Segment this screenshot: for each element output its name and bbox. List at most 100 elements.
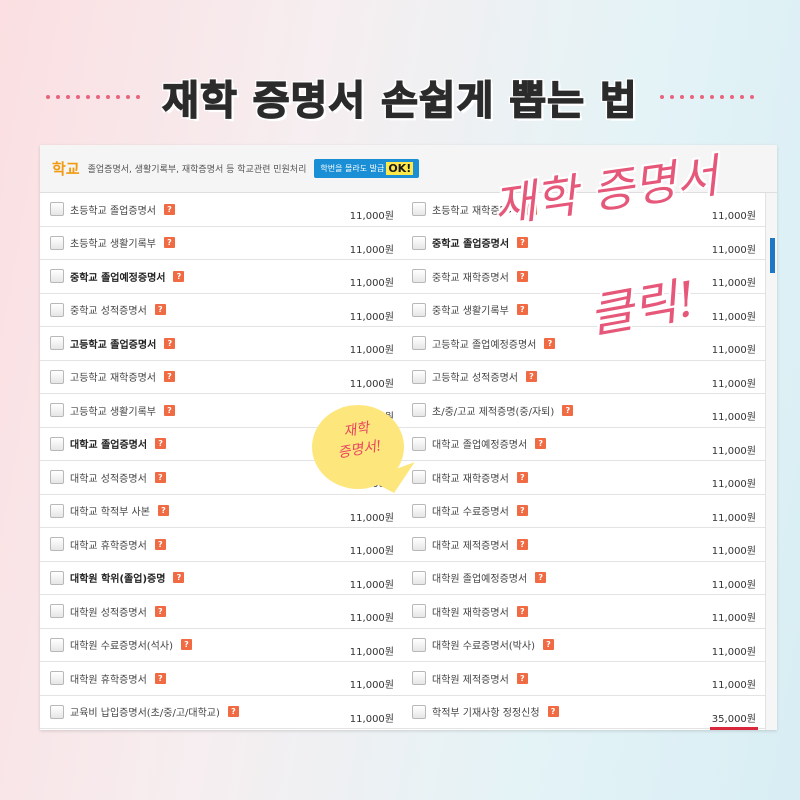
certificate-checkbox[interactable]: [412, 637, 426, 652]
certificate-checkbox[interactable]: [50, 503, 64, 518]
certificate-checkbox[interactable]: [412, 436, 426, 451]
certificate-checkbox[interactable]: [412, 202, 426, 217]
certificate-item[interactable]: 대학교 졸업예정증명서? 11,000원: [402, 428, 764, 461]
certificate-checkbox[interactable]: [50, 302, 64, 317]
certificate-item[interactable]: 고등학교 졸업증명서? 11,000원: [40, 327, 402, 360]
scrollbar[interactable]: [765, 193, 777, 730]
help-icon[interactable]: ?: [157, 505, 169, 517]
certificate-checkbox[interactable]: [412, 336, 426, 351]
help-icon[interactable]: ?: [516, 270, 528, 282]
certificate-checkbox[interactable]: [50, 202, 64, 217]
help-icon[interactable]: ?: [163, 371, 175, 383]
certificate-checkbox[interactable]: [50, 336, 64, 351]
certificate-checkbox[interactable]: [412, 570, 426, 585]
certificate-checkbox[interactable]: [412, 369, 426, 384]
help-icon[interactable]: ?: [154, 538, 166, 550]
certificate-item[interactable]: 대학교 제적증명서? 11,000원: [402, 528, 764, 561]
certificate-item[interactable]: 중학교 재학증명서? 11,000원: [402, 260, 764, 293]
certificate-item[interactable]: 대학원 졸업예정증명서? 11,000원: [402, 562, 764, 595]
help-icon[interactable]: ?: [164, 337, 176, 349]
help-icon[interactable]: ?: [180, 639, 192, 651]
help-icon[interactable]: ?: [154, 672, 166, 684]
no-student-id-badge[interactable]: 학번을 몰라도 발급 OK!: [314, 159, 420, 178]
certificate-item[interactable]: 대학교 수료증명서? 11,000원: [402, 495, 764, 528]
certificate-checkbox[interactable]: [50, 604, 64, 619]
certificate-item[interactable]: 대학원 수료증명서(박사)? 11,000원: [402, 629, 764, 662]
help-icon[interactable]: ?: [516, 605, 528, 617]
certificate-checkbox[interactable]: [50, 704, 64, 719]
left-dots-decoration: [46, 95, 141, 99]
certificate-item[interactable]: 중학교 졸업예정증명서? 11,000원: [40, 260, 402, 293]
certificate-item[interactable]: 학적부 기재사항 정정신청? 35,000원: [402, 696, 764, 729]
help-icon[interactable]: ?: [516, 505, 528, 517]
help-icon[interactable]: ?: [154, 471, 166, 483]
certificate-item[interactable]: 대학원 수료증명서(석사)? 11,000원: [40, 629, 402, 662]
certificate-item[interactable]: 대학원 학위(졸업)증명? 11,000원: [40, 562, 402, 595]
certificate-item[interactable]: 초등학교 졸업증명서? 11,000원: [40, 193, 402, 226]
help-icon[interactable]: ?: [154, 304, 166, 316]
help-icon[interactable]: ?: [227, 706, 239, 718]
certificate-item[interactable]: 대학원 제적증명서? 11,000원: [402, 662, 764, 695]
certificate-checkbox[interactable]: [412, 403, 426, 418]
certificate-checkbox[interactable]: [50, 470, 64, 485]
help-icon[interactable]: ?: [154, 605, 166, 617]
certificate-checkbox[interactable]: [50, 637, 64, 652]
certificate-item[interactable]: 대학원 성적증명서? 11,000원: [40, 595, 402, 628]
certificate-checkbox[interactable]: [50, 537, 64, 552]
certificate-checkbox[interactable]: [50, 269, 64, 284]
help-icon[interactable]: ?: [542, 639, 554, 651]
certificate-checkbox[interactable]: [50, 235, 64, 250]
certificate-checkbox[interactable]: [412, 302, 426, 317]
help-icon[interactable]: ?: [516, 672, 528, 684]
certificate-checkbox[interactable]: [50, 369, 64, 384]
certificate-item[interactable]: 대학원 휴학증명서? 11,000원: [40, 662, 402, 695]
certificate-checkbox[interactable]: [50, 671, 64, 686]
help-icon[interactable]: ?: [516, 538, 528, 550]
help-icon[interactable]: ?: [163, 404, 175, 416]
certificate-item[interactable]: 초등학교 생활기록부? 11,000원: [40, 227, 402, 260]
certificate-checkbox[interactable]: [412, 269, 426, 284]
help-icon[interactable]: ?: [173, 572, 185, 584]
help-icon[interactable]: ?: [173, 270, 185, 282]
certificate-item[interactable]: 중학교 졸업증명서? 11,000원: [402, 227, 764, 260]
certificate-checkbox[interactable]: [412, 235, 426, 250]
certificate-item[interactable]: 중학교 성적증명서? 11,000원: [40, 294, 402, 327]
certificate-label: 대학원 제적증명서: [432, 674, 509, 686]
certificate-label: 대학교 학적부 사본: [70, 507, 150, 519]
certificate-item[interactable]: 교육비 납입증명서(초/중/고/대학교)? 11,000원: [40, 696, 402, 729]
certificate-label: 대학원 학위(졸업)증명: [70, 574, 166, 586]
certificate-checkbox[interactable]: [412, 704, 426, 719]
certificate-item[interactable]: 대학교 재학증명서? 11,000원: [402, 461, 764, 494]
certificate-checkbox[interactable]: [50, 436, 64, 451]
help-icon[interactable]: ?: [516, 471, 528, 483]
certificate-checkbox[interactable]: [412, 503, 426, 518]
help-icon[interactable]: ?: [517, 237, 529, 249]
certificate-checkbox[interactable]: [50, 403, 64, 418]
certificate-item[interactable]: 고등학교 졸업예정증명서? 11,000원: [402, 327, 764, 360]
help-icon[interactable]: ?: [562, 404, 574, 416]
help-icon[interactable]: ?: [163, 203, 175, 215]
certificate-label: 대학원 휴학증명서: [70, 674, 147, 686]
certificate-item[interactable]: 대학원 재학증명서? 11,000원: [402, 595, 764, 628]
help-icon[interactable]: ?: [544, 337, 556, 349]
scrollbar-thumb[interactable]: [770, 238, 775, 273]
certificate-item[interactable]: 고등학교 성적증명서? 11,000원: [402, 361, 764, 394]
help-icon[interactable]: ?: [535, 438, 547, 450]
certificate-checkbox[interactable]: [50, 570, 64, 585]
help-icon[interactable]: ?: [525, 371, 537, 383]
help-icon[interactable]: ?: [155, 438, 167, 450]
certificate-item[interactable]: 대학교 휴학증명서? 11,000원: [40, 528, 402, 561]
help-icon[interactable]: ?: [516, 304, 528, 316]
certificate-item[interactable]: 대학교 학적부 사본? 11,000원: [40, 495, 402, 528]
help-icon[interactable]: ?: [535, 572, 547, 584]
certificate-price: 11,000원: [349, 378, 394, 390]
certificate-item[interactable]: 중학교 생활기록부? 11,000원: [402, 294, 764, 327]
help-icon[interactable]: ?: [547, 706, 559, 718]
help-icon[interactable]: ?: [163, 237, 175, 249]
certificate-checkbox[interactable]: [412, 604, 426, 619]
certificate-checkbox[interactable]: [412, 671, 426, 686]
certificate-checkbox[interactable]: [412, 537, 426, 552]
certificate-item[interactable]: 고등학교 재학증명서? 11,000원: [40, 361, 402, 394]
certificate-label: 대학원 수료증명서(석사): [70, 641, 173, 653]
certificate-item[interactable]: 초/중/고교 제적증명(중/자퇴)? 11,000원: [402, 394, 764, 427]
